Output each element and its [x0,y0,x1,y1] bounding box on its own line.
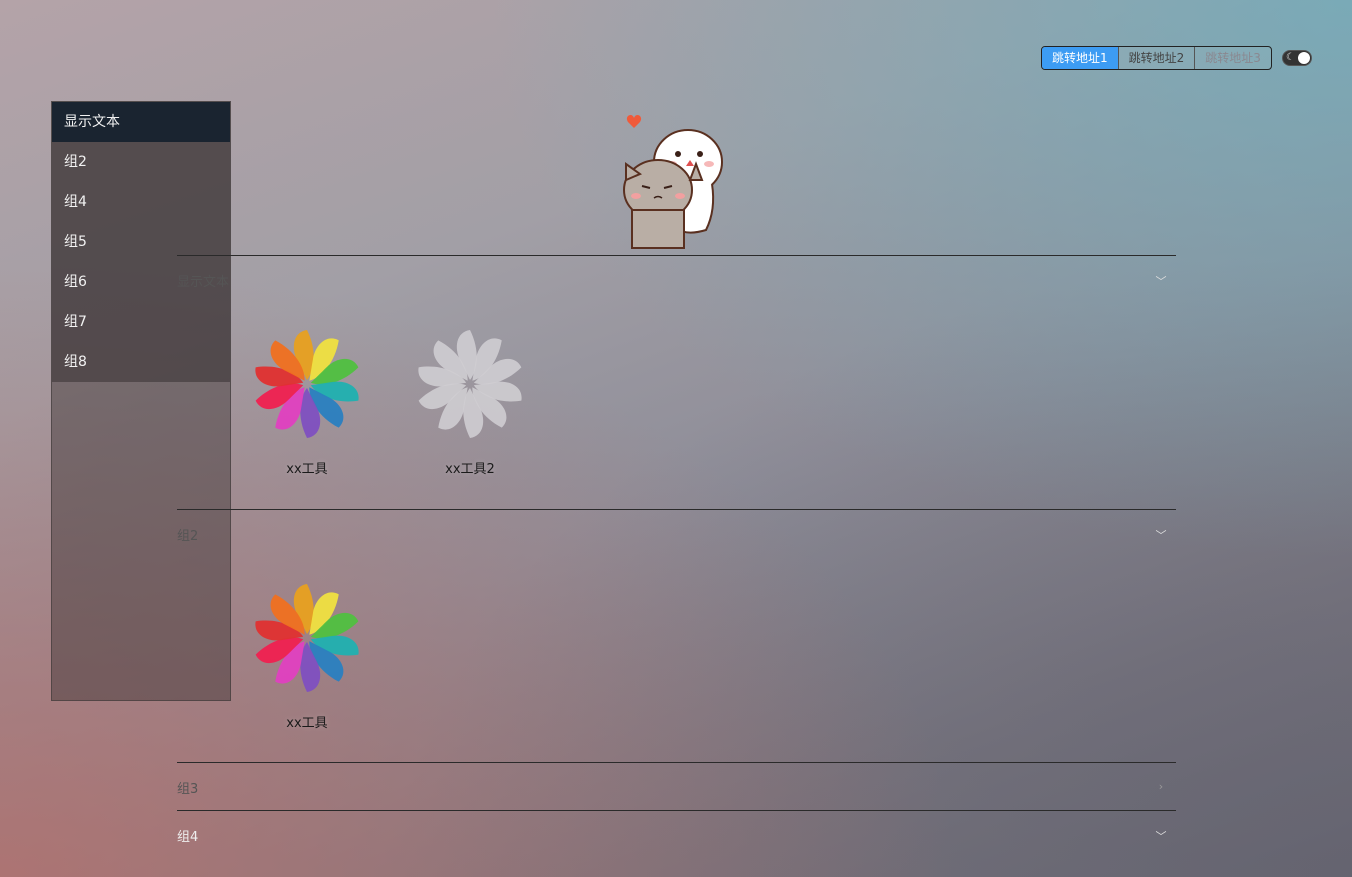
tool-item[interactable]: xx工具2 [410,304,530,477]
tool-item[interactable]: xx工具 [247,558,367,731]
group-header[interactable]: 组3 › [177,763,1176,811]
tool-list: xx工具 xx工具2 [177,304,1176,477]
toggle-knob [1297,52,1310,64]
group-header[interactable]: 显示文本 ﹀ [177,256,1176,304]
link-1-button[interactable]: 跳转地址1 [1042,47,1118,69]
chevron-down-icon: ﹀ [1155,275,1167,288]
link-segment: 跳转地址1 跳转地址2 跳转地址3 [1041,46,1272,70]
tool-list: xx工具 [177,558,1176,731]
moon-icon: ☾ [1285,52,1295,63]
group-section: 组2 ﹀ xx工具 [177,509,1176,731]
tool-label: xx工具2 [445,462,495,477]
sidebar-item-display-text[interactable]: 显示文本 [52,102,230,142]
group-title: 显示文本 [177,274,230,290]
theme-toggle[interactable]: ☾ [1281,50,1312,66]
pinwheel-gray-icon [418,330,522,438]
chevron-down-icon: ﹀ [1155,529,1167,542]
chevron-right-icon: › [1158,780,1164,793]
pinwheel-color-icon [255,584,359,692]
group-header[interactable]: 组2 ﹀ [177,510,1176,558]
tool-item[interactable]: xx工具 [247,304,367,477]
pinwheel-color-icon [255,330,359,438]
link-3-button[interactable]: 跳转地址3 [1194,47,1271,69]
sidebar-item-group2[interactable]: 组2 [52,142,230,182]
group-title: 组3 [177,781,199,797]
tool-label: xx工具 [286,716,328,731]
group-section: 组3 › [177,762,1176,811]
sidebar-item-group4[interactable]: 组4 [52,182,230,222]
chevron-down-icon: ﹀ [1155,830,1167,843]
group-title: 组4 [177,829,199,845]
top-nav: 跳转地址1 跳转地址2 跳转地址3 ☾ [1041,46,1312,70]
link-2-button[interactable]: 跳转地址2 [1117,47,1195,69]
cat-mascot-image [623,115,723,249]
group-section: 显示文本 ﹀ xx工具 xx工具2 [177,255,1176,477]
group-title: 组2 [177,528,199,544]
tool-label: xx工具 [286,462,328,477]
group-header[interactable]: 组4 ﹀ [177,811,1176,859]
group-section: 组4 ﹀ [177,810,1176,859]
